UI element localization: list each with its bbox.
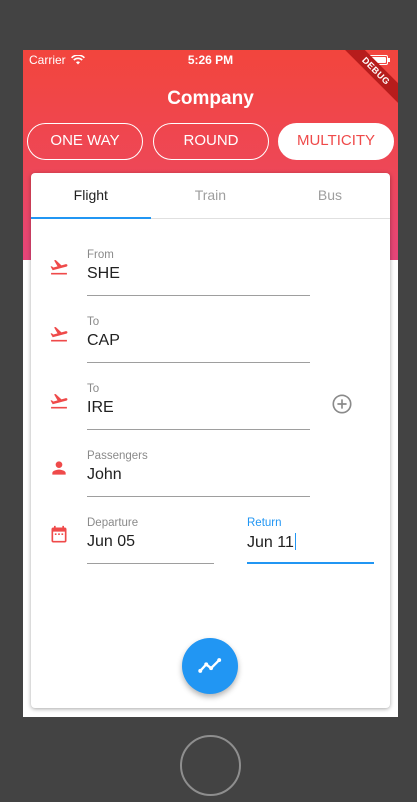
tab-indicator (31, 217, 151, 219)
home-button[interactable] (180, 735, 241, 796)
passengers-field[interactable]: Passengers John (87, 450, 310, 497)
return-underline (247, 562, 374, 564)
from-value: SHE (87, 265, 120, 282)
departure-underline (87, 563, 214, 564)
tab-train[interactable]: Train (151, 173, 271, 219)
timeline-icon (198, 658, 222, 673)
flight-takeoff-icon (50, 326, 68, 342)
search-fab-button[interactable] (182, 638, 238, 694)
to-field-1[interactable]: To CAP (87, 316, 310, 363)
from-underline (87, 295, 310, 296)
add-circle-outline-icon[interactable] (331, 393, 353, 415)
transport-tabs: Flight Train Bus (31, 173, 390, 219)
return-value-wrap: Jun 11 (247, 533, 374, 554)
app-title: Company (167, 88, 254, 109)
departure-value: Jun 05 (87, 533, 136, 550)
from-label: From (87, 249, 114, 261)
to-underline-1 (87, 362, 310, 363)
from-field[interactable]: From SHE (87, 249, 310, 296)
to-label-2: To (87, 383, 100, 395)
passengers-label: Passengers (87, 450, 148, 462)
passengers-underline (87, 496, 310, 497)
status-time: 5:26 PM (187, 53, 234, 67)
person-icon (52, 461, 66, 475)
tab-bus[interactable]: Bus (270, 173, 390, 219)
to-underline-2 (87, 429, 310, 430)
flight-takeoff-icon (50, 393, 68, 409)
to-label-1: To (87, 316, 100, 328)
return-value: Jun 11 (247, 534, 294, 551)
return-field[interactable]: Return Jun 11 (247, 517, 374, 564)
tab-flight[interactable]: Flight (31, 173, 151, 219)
app-screen: Carrier 5:26 PM DEBUG Company ONE WAY RO… (23, 50, 398, 717)
passengers-value: John (87, 466, 122, 483)
one-way-button[interactable]: ONE WAY (27, 123, 143, 160)
to-value-2: IRE (87, 399, 114, 416)
status-bar: Carrier 5:26 PM (23, 50, 398, 70)
device-frame: Carrier 5:26 PM DEBUG Company ONE WAY RO… (0, 0, 417, 802)
multicity-button[interactable]: MULTICITY (278, 123, 394, 160)
round-button[interactable]: ROUND (153, 123, 269, 160)
return-label: Return (247, 517, 282, 529)
booking-card: Flight Train Bus From SHE To CAP To IRE … (31, 173, 390, 708)
departure-label: Departure (87, 517, 139, 529)
to-field-2[interactable]: To IRE (87, 383, 310, 430)
calendar-icon (51, 525, 67, 543)
to-value-1: CAP (87, 332, 120, 349)
text-caret (294, 533, 297, 550)
departure-field[interactable]: Departure Jun 05 (87, 517, 214, 564)
flight-takeoff-icon (50, 259, 68, 275)
